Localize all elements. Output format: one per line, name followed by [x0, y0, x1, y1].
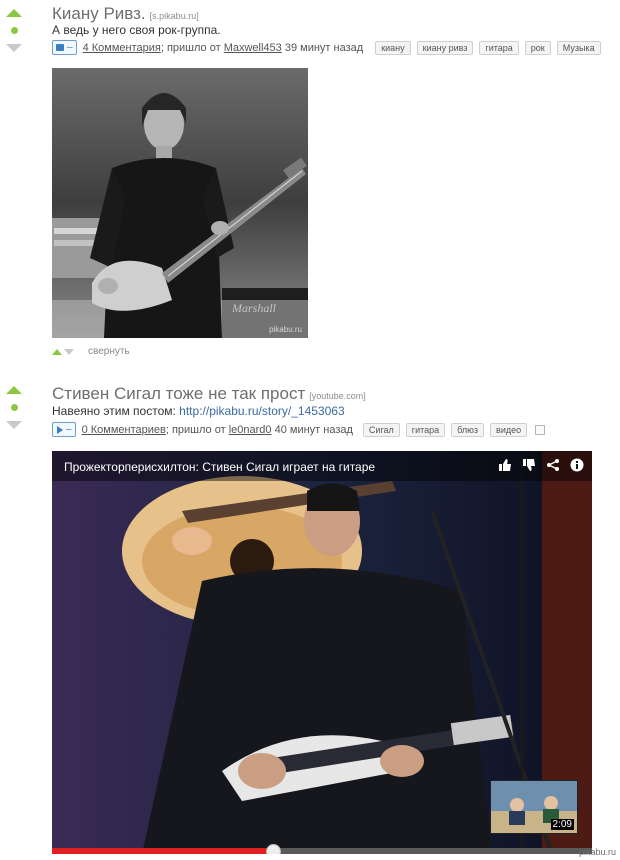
- post-title-text[interactable]: Киану Ривз.: [52, 4, 146, 23]
- tag[interactable]: киану ривз: [416, 40, 474, 55]
- info-icon[interactable]: [570, 458, 584, 472]
- share-icon[interactable]: [546, 458, 560, 472]
- vote-down-icon[interactable]: [6, 421, 22, 429]
- image-watermark: pikabu.ru: [269, 325, 302, 334]
- tag[interactable]: видео: [490, 422, 528, 437]
- description-text: Навеяно этим постом:: [52, 404, 176, 418]
- post-time: 39 минут назад: [284, 41, 364, 54]
- play-icon: [57, 425, 63, 434]
- tag[interactable]: рок: [524, 40, 551, 55]
- author-link[interactable]: Maxwell453: [224, 42, 282, 54]
- comments-link[interactable]: 4 Комментария: [83, 42, 161, 54]
- tag-list: киану киану ривз гитара рок Музыка: [369, 40, 601, 55]
- vote-up-icon[interactable]: [6, 9, 22, 17]
- rating-dot-icon: [10, 27, 18, 34]
- tag[interactable]: Сигал: [362, 422, 400, 437]
- post-source: [youtube.com]: [309, 391, 366, 401]
- video-progress-bar[interactable]: [52, 844, 592, 854]
- post-meta: – 0 Комментариев ; пришло от le0nard0 40…: [52, 422, 546, 437]
- image-type-badge[interactable]: –: [52, 40, 77, 55]
- video-actions: [498, 458, 584, 472]
- post-description: А ведь у него своя рок-группа.: [52, 23, 221, 37]
- video-thumbnail[interactable]: 2:09: [490, 780, 578, 834]
- collapse-control: свернуть: [52, 346, 130, 357]
- vote-down-icon[interactable]: [6, 44, 22, 52]
- save-icon[interactable]: [535, 424, 546, 435]
- comments-link[interactable]: 0 Комментариев: [82, 424, 166, 436]
- vote-controls: [5, 9, 23, 52]
- mini-vote-up-icon[interactable]: [52, 348, 62, 355]
- vote-controls: [5, 386, 23, 429]
- author-link[interactable]: le0nard0: [229, 424, 272, 436]
- tag[interactable]: гитара: [405, 422, 446, 437]
- tag-list: Сигал гитара блюз видео: [357, 422, 528, 437]
- tag[interactable]: Музыка: [556, 40, 601, 55]
- post-title[interactable]: Стивен Сигал тоже не так прост [youtube.c…: [52, 384, 366, 404]
- progress-fill: [52, 848, 274, 854]
- thumb-down-icon[interactable]: [522, 458, 536, 472]
- site-watermark: pikabu.ru: [578, 847, 616, 857]
- posted-by-label: ; пришло от: [165, 423, 226, 436]
- video-duration: 2:09: [550, 819, 574, 830]
- vote-up-icon[interactable]: [6, 386, 22, 394]
- post-time: 40 минут назад: [274, 423, 353, 436]
- tag[interactable]: киану: [375, 40, 411, 55]
- video-type-badge[interactable]: –: [52, 422, 76, 437]
- post-description: Навеяно этим постом: http://pikabu.ru/st…: [52, 404, 345, 418]
- image-icon: [56, 44, 64, 51]
- keanu-photo: Marshall: [52, 68, 308, 338]
- post-meta: – 4 Комментария ; пришло от Maxwell453 3…: [52, 40, 601, 55]
- video-title[interactable]: Прожекторперисхилтон: Стивен Сигал играе…: [64, 460, 375, 474]
- tag[interactable]: гитара: [479, 40, 519, 55]
- rating-dot-icon: [10, 404, 18, 411]
- post-title-text[interactable]: Стивен Сигал тоже не так прост: [52, 384, 305, 403]
- video-player[interactable]: Прожекторперисхилтон: Стивен Сигал играе…: [52, 451, 592, 854]
- post-source: [s.pikabu.ru]: [149, 11, 199, 21]
- tag[interactable]: блюз: [451, 422, 485, 437]
- posted-by-label: ; пришло от: [160, 41, 221, 54]
- post-title[interactable]: Киану Ривз. [s.pikabu.ru]: [52, 4, 199, 24]
- collapse-link[interactable]: свернуть: [88, 346, 130, 357]
- minus-icon: –: [67, 41, 73, 53]
- minus-icon: –: [66, 423, 72, 435]
- story-link[interactable]: http://pikabu.ru/story/_1453063: [179, 404, 344, 418]
- mini-vote-down-icon[interactable]: [64, 348, 74, 355]
- thumb-up-icon[interactable]: [498, 458, 512, 472]
- post-image[interactable]: Marshall pikabu.ru: [52, 68, 308, 338]
